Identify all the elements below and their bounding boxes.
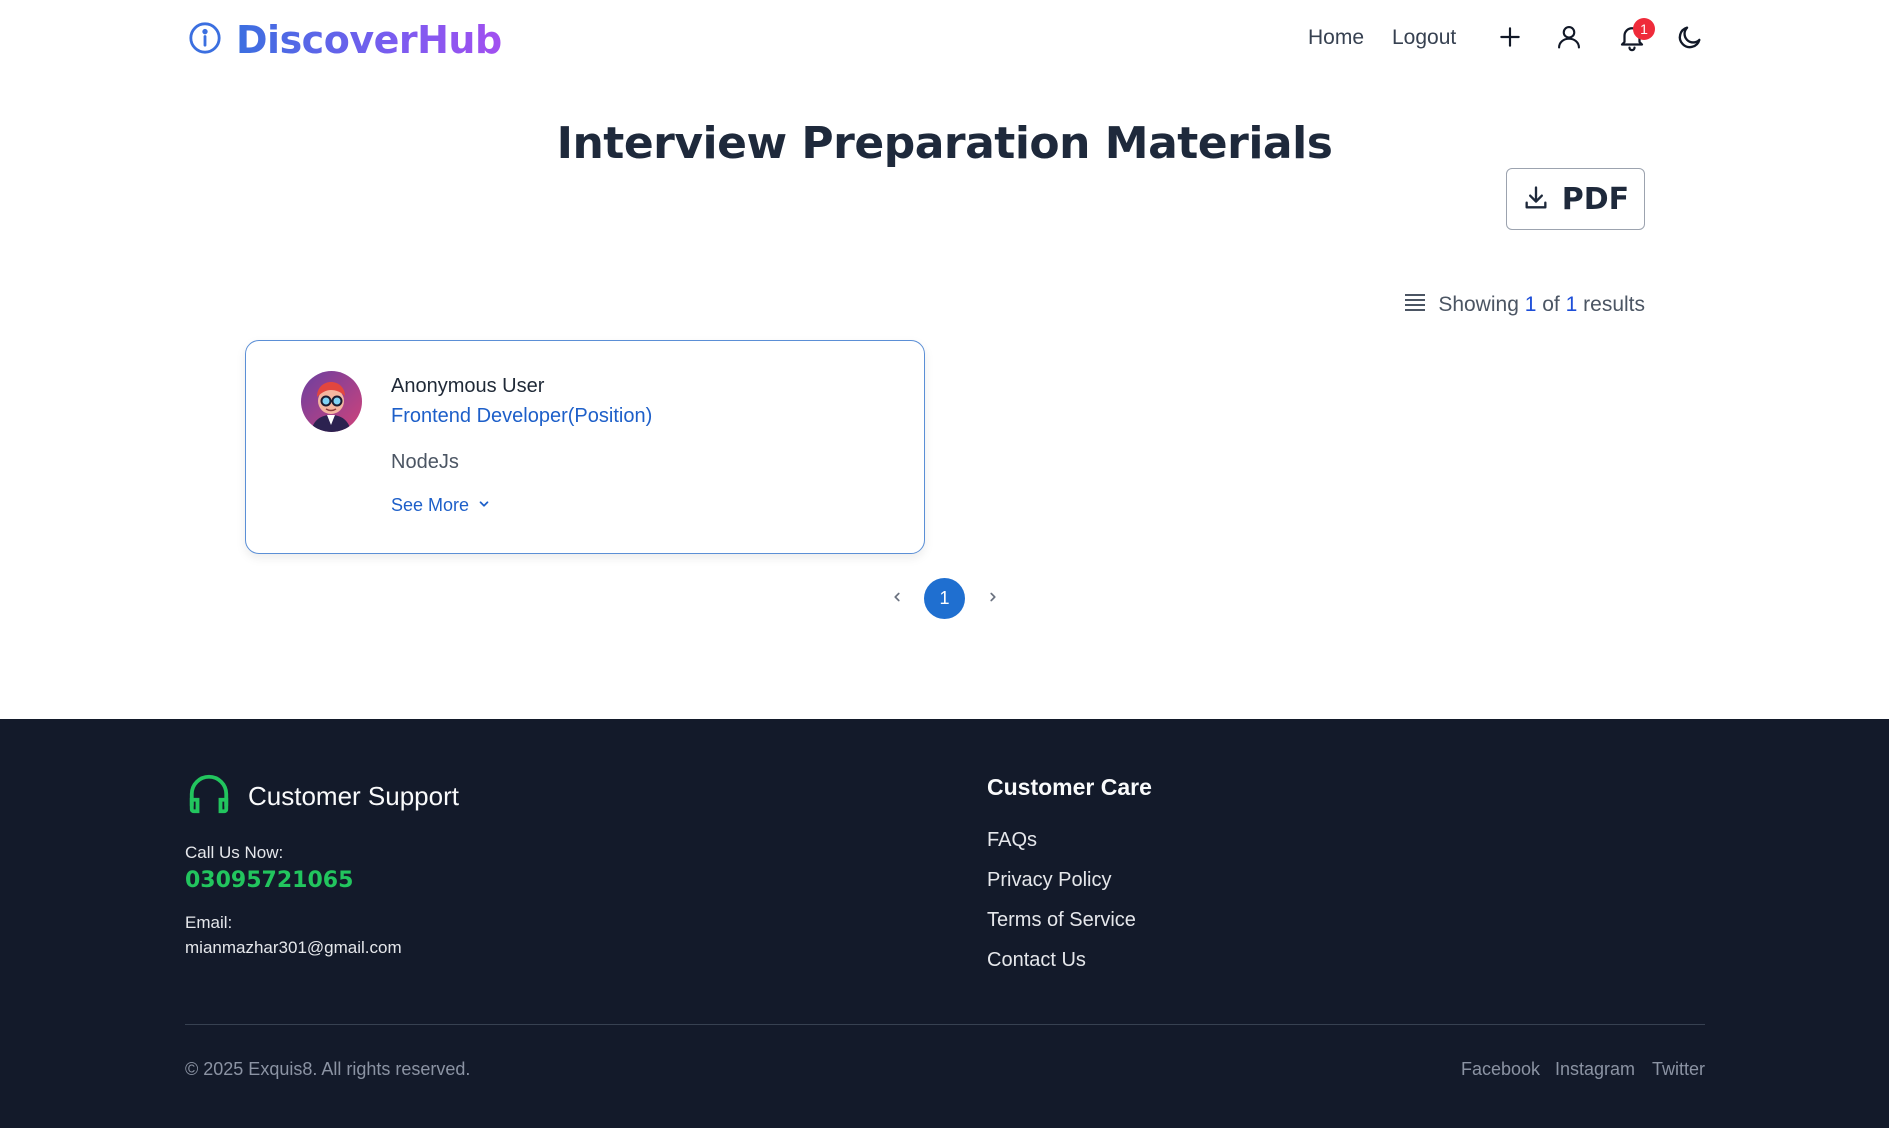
plus-icon[interactable]: [1493, 20, 1527, 54]
chevron-right-icon: [986, 590, 1000, 609]
footer-link-contact[interactable]: Contact Us: [987, 949, 1086, 972]
copyright: © 2025 Exquis8. All rights reserved.: [185, 1059, 471, 1079]
customer-support-title: Customer Support: [248, 781, 459, 811]
support-phone[interactable]: 03095721065: [185, 868, 353, 893]
download-pdf-button[interactable]: PDF: [1506, 168, 1645, 230]
social-instagram-link[interactable]: Instagram: [1555, 1059, 1635, 1080]
headphones-icon: [186, 771, 232, 822]
nav-logout-link[interactable]: Logout: [1392, 26, 1456, 50]
pagination-prev-button[interactable]: [884, 584, 910, 614]
footer-link-faqs[interactable]: FAQs: [987, 829, 1037, 852]
download-icon: [1522, 184, 1550, 215]
results-current: 1: [1524, 293, 1537, 316]
info-circle-icon: [188, 21, 222, 60]
results-total: 1: [1565, 293, 1578, 316]
social-facebook-link[interactable]: Facebook: [1461, 1059, 1540, 1080]
email-label: Email:: [185, 913, 233, 932]
avatar: [301, 371, 362, 432]
customer-support-heading: Customer Support: [186, 771, 459, 822]
results-prefix: Showing: [1438, 293, 1519, 316]
chevron-down-icon: [477, 495, 491, 516]
material-card[interactable]: Anonymous User Frontend Developer(Positi…: [245, 340, 925, 554]
pagination-next-button[interactable]: [980, 584, 1006, 614]
page-title: Interview Preparation Materials: [556, 118, 1333, 169]
brand-logo[interactable]: DiscoverHub: [188, 18, 502, 62]
card-position: Frontend Developer(Position): [391, 405, 653, 427]
results-suffix: results: [1583, 293, 1645, 316]
site-footer: Customer Support Call Us Now: 0309572106…: [0, 719, 1889, 1128]
footer-divider: [185, 1024, 1705, 1025]
call-label: Call Us Now:: [185, 843, 284, 862]
card-topic: NodeJs: [391, 451, 459, 473]
brand-name: DiscoverHub: [236, 18, 502, 62]
footer-link-terms[interactable]: Terms of Service: [987, 909, 1136, 932]
pagination-page-button[interactable]: 1: [924, 578, 965, 619]
support-email[interactable]: mianmazhar301@gmail.com: [185, 938, 402, 958]
customer-care-title: Customer Care: [987, 774, 1152, 800]
results-count: Showing 1 of 1 results: [1404, 293, 1645, 317]
see-more-label: See More: [391, 495, 470, 515]
social-twitter-link[interactable]: Twitter: [1652, 1059, 1705, 1080]
top-navbar: DiscoverHub Home Logout 1: [0, 0, 1889, 80]
results-of: of: [1542, 293, 1560, 316]
pdf-button-label: PDF: [1561, 181, 1630, 217]
see-more-toggle[interactable]: See More: [391, 495, 491, 516]
user-icon[interactable]: [1552, 20, 1586, 54]
footer-link-privacy[interactable]: Privacy Policy: [987, 869, 1111, 892]
chevron-left-icon: [890, 590, 904, 609]
list-icon: [1404, 293, 1426, 317]
notification-count-badge: 1: [1633, 18, 1655, 40]
card-author: Anonymous User: [391, 375, 545, 397]
moon-icon[interactable]: [1673, 20, 1707, 54]
nav-home-link[interactable]: Home: [1308, 26, 1364, 50]
